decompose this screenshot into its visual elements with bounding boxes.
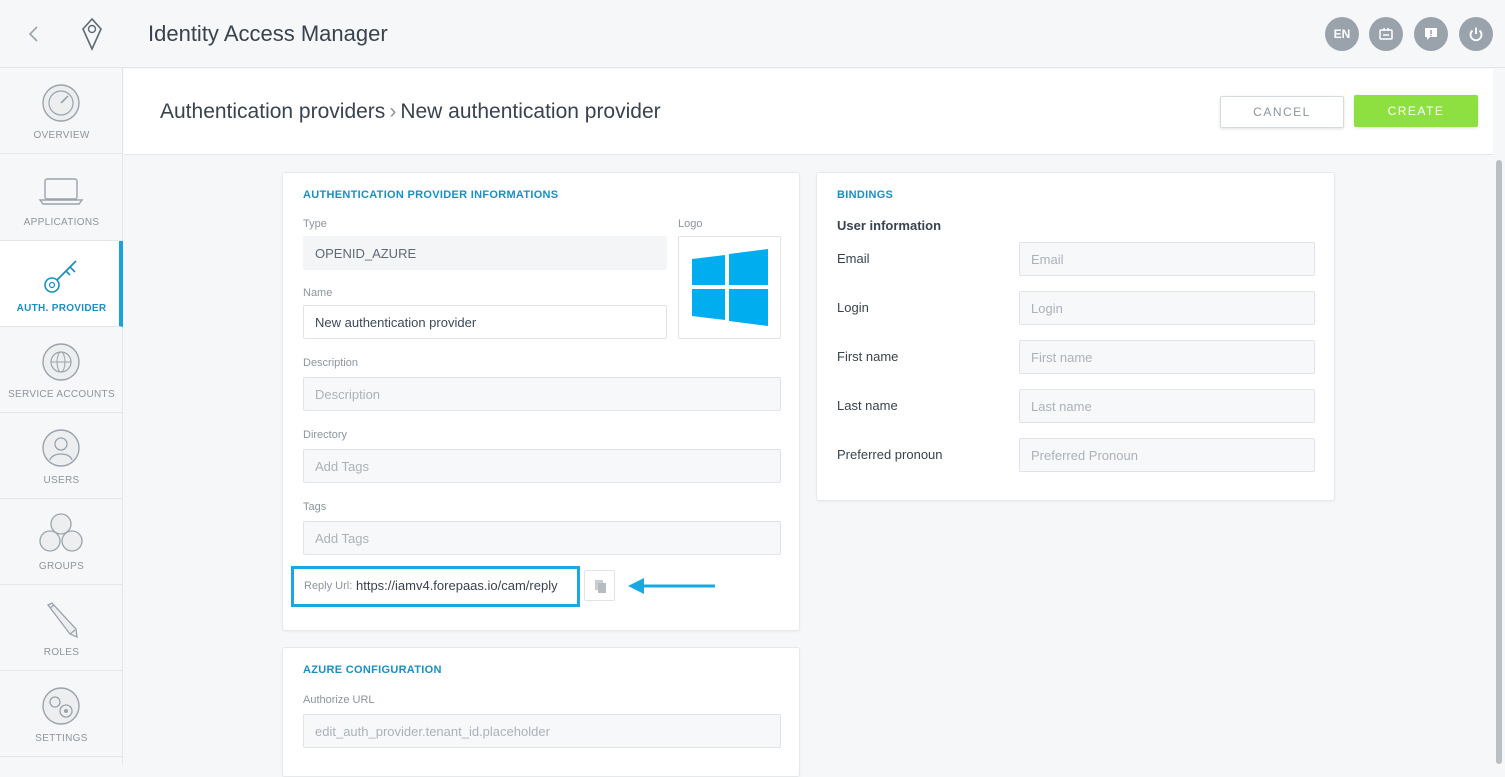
top-bar: Identity Access Manager EN [0,0,1505,68]
cancel-button[interactable]: CANCEL [1220,96,1344,128]
breadcrumb: Authentication providers › New authenticat… [160,100,661,124]
sidebar-item-label: USERS [43,475,80,486]
directory-tags-input[interactable]: Add Tags [303,449,781,483]
scrollbar-thumb[interactable] [1496,160,1502,764]
board-icon[interactable] [1369,17,1403,51]
sidebar-item-settings[interactable]: SETTINGS [0,671,123,757]
logo-icon[interactable] [78,16,106,52]
reply-url-field[interactable]: Reply Url: https://iamv4.forepaas.io/cam… [291,566,580,607]
directory-label: Directory [303,429,348,441]
feedback-icon[interactable] [1414,17,1448,51]
copy-icon [595,580,606,593]
sidebar-item-label: SETTINGS [35,733,88,744]
auth-provider-info-card: AUTHENTICATION PROVIDER INFORMATIONS Typ… [282,172,800,631]
login-field[interactable]: Login [1019,291,1315,325]
sidebar-item-applications[interactable]: APPLICATIONS [0,155,123,241]
power-icon[interactable] [1459,17,1493,51]
bindings-card: BINDINGS User information Email Email Lo… [816,172,1335,501]
first-name-label: First name [837,349,899,364]
reply-url-value[interactable]: https://iamv4.forepaas.io/cam/reply [356,578,558,593]
name-input[interactable]: New authentication provider [303,305,667,339]
type-field: OPENID_AZURE [303,236,667,270]
card-title: BINDINGS [837,189,894,201]
pencil-icon [47,602,78,639]
authorize-url-input[interactable]: edit_auth_provider.tenant_id.placeholder [303,714,781,748]
card-title: AUTHENTICATION PROVIDER INFORMATIONS [303,189,559,201]
copy-button[interactable] [584,570,615,601]
sidebar-item-overview[interactable]: OVERVIEW [0,68,123,154]
sidebar-item-label: GROUPS [38,561,85,572]
back-icon[interactable] [22,22,46,46]
create-button[interactable]: CREATE [1354,95,1478,127]
app-title: Identity Access Manager [148,21,388,46]
breadcrumb-current: New authentication provider [400,100,661,123]
breadcrumb-parent[interactable]: Authentication providers [160,100,385,123]
globe-icon [42,343,80,381]
sidebar-item-groups[interactable]: GROUPS [0,499,123,585]
first-name-field[interactable]: First name [1019,340,1315,374]
sidebar-item-auth-provider[interactable]: AUTH. PROVIDER [0,241,123,327]
user-icon [42,429,80,467]
sidebar-item-label: SERVICE ACCOUNTS [8,389,115,400]
sidebar-item-roles[interactable]: ROLES [0,585,123,671]
sidebar-item-label: ROLES [43,647,80,658]
preferred-pronoun-label: Preferred pronoun [837,447,943,462]
sidebar: OVERVIEW APPLICATIONS AUTH. PROVIDER SER… [0,68,123,764]
name-label: Name [303,287,333,299]
tags-label: Tags [303,501,327,513]
description-input[interactable]: Description [303,377,781,411]
authorize-url-label: Authorize URL [303,694,375,706]
description-label: Description [303,357,359,369]
sidebar-item-label: APPLICATIONS [23,217,100,228]
preferred-pronoun-field[interactable]: Preferred Pronoun [1019,438,1315,472]
email-field[interactable]: Email [1019,242,1315,276]
type-label: Type [303,218,327,230]
tags-input[interactable]: Add Tags [303,521,781,555]
login-label: Login [837,300,869,315]
language-badge[interactable]: EN [1325,17,1359,51]
logo-picker[interactable] [678,236,781,339]
group-icon [39,513,83,552]
breadcrumb-chevron-icon: › [389,100,397,123]
card-title: AZURE CONFIGURATION [303,664,442,676]
sidebar-item-service-accounts[interactable]: SERVICE ACCOUNTS [0,327,123,413]
email-label: Email [837,251,870,266]
gears-icon [42,687,80,725]
reply-url-label: Reply Url: [304,580,353,592]
sidebar-item-users[interactable]: USERS [0,413,123,499]
azure-config-card: AZURE CONFIGURATION Authorize URL edit_a… [282,647,800,777]
windows-logo-icon [692,249,768,326]
bindings-subtitle: User information [837,218,942,233]
gauge-icon [42,84,80,122]
sidebar-item-label: AUTH. PROVIDER [16,303,107,314]
laptop-icon [38,178,84,205]
key-icon [44,260,77,293]
page-header: Authentication providers › New authenticat… [124,69,1493,155]
sidebar-item-label: OVERVIEW [33,130,90,141]
logo-label: Logo [678,218,703,230]
arrow-pointer-icon [628,578,715,594]
last-name-field[interactable]: Last name [1019,389,1315,423]
last-name-label: Last name [837,398,898,413]
